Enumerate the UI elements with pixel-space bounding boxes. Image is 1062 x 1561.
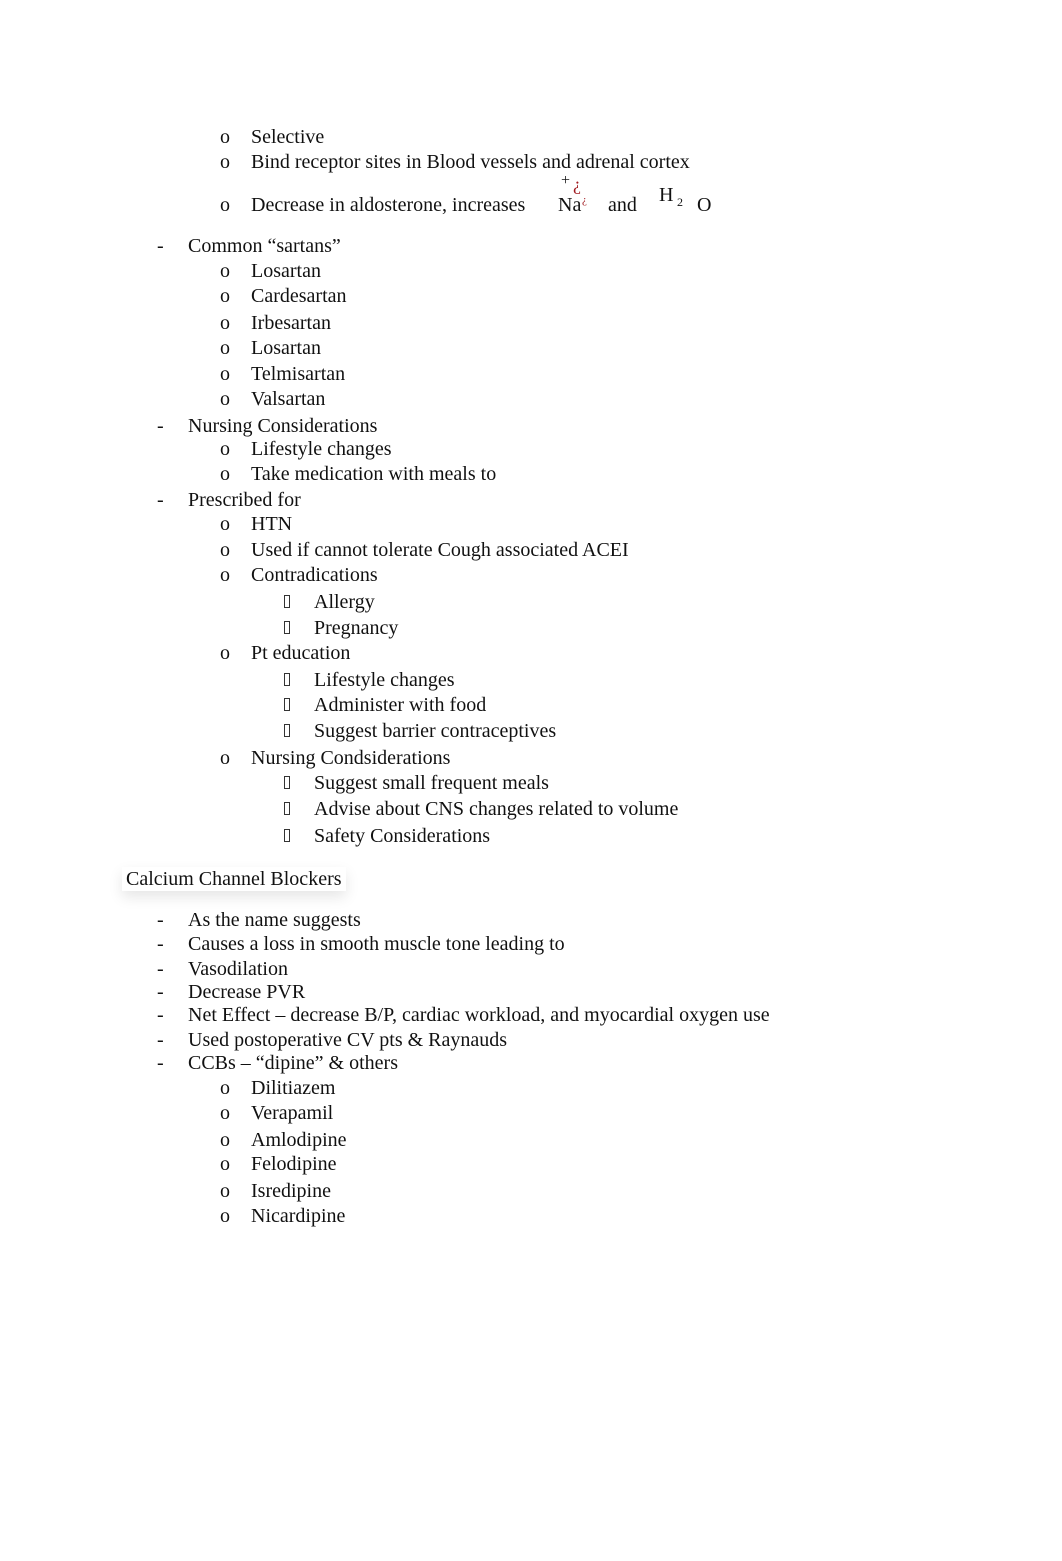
circle-bullet: o — [220, 1205, 230, 1227]
missing-glyph-bullet-icon — [284, 697, 290, 719]
na-superscript-error-glyph: ¿ — [573, 174, 581, 194]
list-item-text: Take medication with meals to — [251, 463, 497, 485]
sub-list-item-text: Pregnancy — [314, 617, 399, 639]
circle-bullet: o — [220, 312, 230, 334]
circle-bullet: o — [220, 151, 230, 173]
list-item-text: CCBs – “dipine” & others — [188, 1052, 398, 1074]
na-symbol: Na — [558, 194, 582, 216]
list-item-text: Selective — [251, 126, 325, 148]
list-item-text: HTN — [251, 513, 293, 535]
list-item-text: Telmisartan — [251, 363, 346, 385]
circle-bullet: o — [220, 126, 230, 148]
missing-glyph-bullet-icon — [284, 672, 290, 694]
missing-glyph-bullet-icon — [284, 620, 290, 642]
list-item-text: Lifestyle changes — [251, 438, 392, 460]
drug-name: Amlodipine — [251, 1129, 347, 1151]
drug-name: Nicardipine — [251, 1205, 346, 1227]
drug-name: Dilitiazem — [251, 1077, 336, 1099]
circle-bullet: o — [220, 388, 230, 410]
sub-list-item-text: Suggest small frequent meals — [314, 772, 549, 794]
h2o-h: H — [659, 184, 674, 206]
sub-list-item-text: Allergy — [314, 591, 375, 613]
group-title: Common “sartans” — [188, 235, 341, 257]
list-item-text: Nursing Condsiderations — [251, 747, 451, 769]
circle-bullet: o — [220, 363, 230, 385]
h2o-subscript: 2 — [677, 195, 683, 209]
dash-bullet: - — [157, 981, 164, 1003]
drug-name: Felodipine — [251, 1153, 337, 1175]
list-item-text: As the name suggests — [188, 909, 361, 931]
group-title: Nursing Considerations — [188, 415, 378, 437]
list-item-text: Vasodilation — [188, 958, 288, 980]
sub-list-item-text: Suggest barrier contraceptives — [314, 720, 557, 742]
sub-list-item-text: Safety Considerations — [314, 825, 491, 847]
circle-bullet: o — [220, 285, 230, 307]
conjunction-and: and — [608, 194, 637, 216]
dash-bullet: - — [157, 933, 164, 955]
list-item-text: Pt education — [251, 642, 351, 664]
list-item-text: Decrease PVR — [188, 981, 306, 1003]
circle-bullet: o — [220, 1102, 230, 1124]
list-item-text: Bind receptor sites in Blood vessels and… — [251, 151, 690, 173]
list-item-text: Irbesartan — [251, 312, 331, 334]
chemical-formula-group: + ¿ Na ¿ and H 2 O — [0, 172, 1062, 218]
list-item-text: Losartan — [251, 260, 321, 282]
circle-bullet: o — [220, 438, 230, 460]
missing-glyph-bullet-icon — [284, 594, 290, 616]
circle-bullet: o — [220, 1077, 230, 1099]
circle-bullet: o — [220, 260, 230, 282]
sub-list-item-text: Advise about CNS changes related to volu… — [314, 798, 679, 820]
circle-bullet: o — [220, 564, 230, 586]
drug-name: Verapamil — [251, 1102, 334, 1124]
circle-bullet: o — [220, 1129, 230, 1151]
dash-bullet: - — [157, 1004, 164, 1026]
list-item-text: Valsartan — [251, 388, 326, 410]
dash-bullet: - — [157, 958, 164, 980]
sub-list-item-text: Lifestyle changes — [314, 669, 455, 691]
dash-bullet: - — [157, 1052, 164, 1074]
dash-bullet: - — [157, 489, 164, 511]
circle-bullet: o — [220, 539, 230, 561]
missing-glyph-bullet-icon — [284, 723, 290, 745]
circle-bullet: o — [220, 463, 230, 485]
dash-bullet: - — [157, 235, 164, 257]
circle-bullet: o — [220, 1180, 230, 1202]
dash-bullet: - — [157, 1029, 164, 1051]
drug-name: Isredipine — [251, 1180, 331, 1202]
circle-bullet: o — [220, 747, 230, 769]
dash-bullet: - — [157, 415, 164, 437]
list-item-text: Contradications — [251, 564, 378, 586]
missing-glyph-bullet-icon — [284, 775, 290, 797]
dash-bullet: - — [157, 909, 164, 931]
list-item-text: Causes a loss in smooth muscle tone lead… — [188, 933, 565, 955]
group-title: Prescribed for — [188, 489, 301, 511]
missing-glyph-bullet-icon — [284, 828, 290, 850]
list-item-text: Used if cannot tolerate Cough associated… — [251, 539, 629, 561]
na-superscript-plus: + — [561, 172, 571, 189]
circle-bullet: o — [220, 1153, 230, 1175]
section-heading: Calcium Channel Blockers — [122, 867, 346, 891]
list-item-text: Cardesartan — [251, 285, 347, 307]
list-item-text: Net Effect – decrease B/P, cardiac workl… — [188, 1004, 770, 1026]
sub-list-item-text: Administer with food — [314, 694, 487, 716]
list-item-text: Used postoperative CV pts & Raynauds — [188, 1029, 508, 1051]
circle-bullet: o — [220, 642, 230, 664]
h2o-o: O — [697, 194, 712, 216]
circle-bullet: o — [220, 337, 230, 359]
missing-glyph-bullet-icon — [284, 801, 290, 823]
list-item-text: Losartan — [251, 337, 321, 359]
circle-bullet: o — [220, 513, 230, 535]
na-subscript-error-glyph: ¿ — [582, 194, 587, 206]
